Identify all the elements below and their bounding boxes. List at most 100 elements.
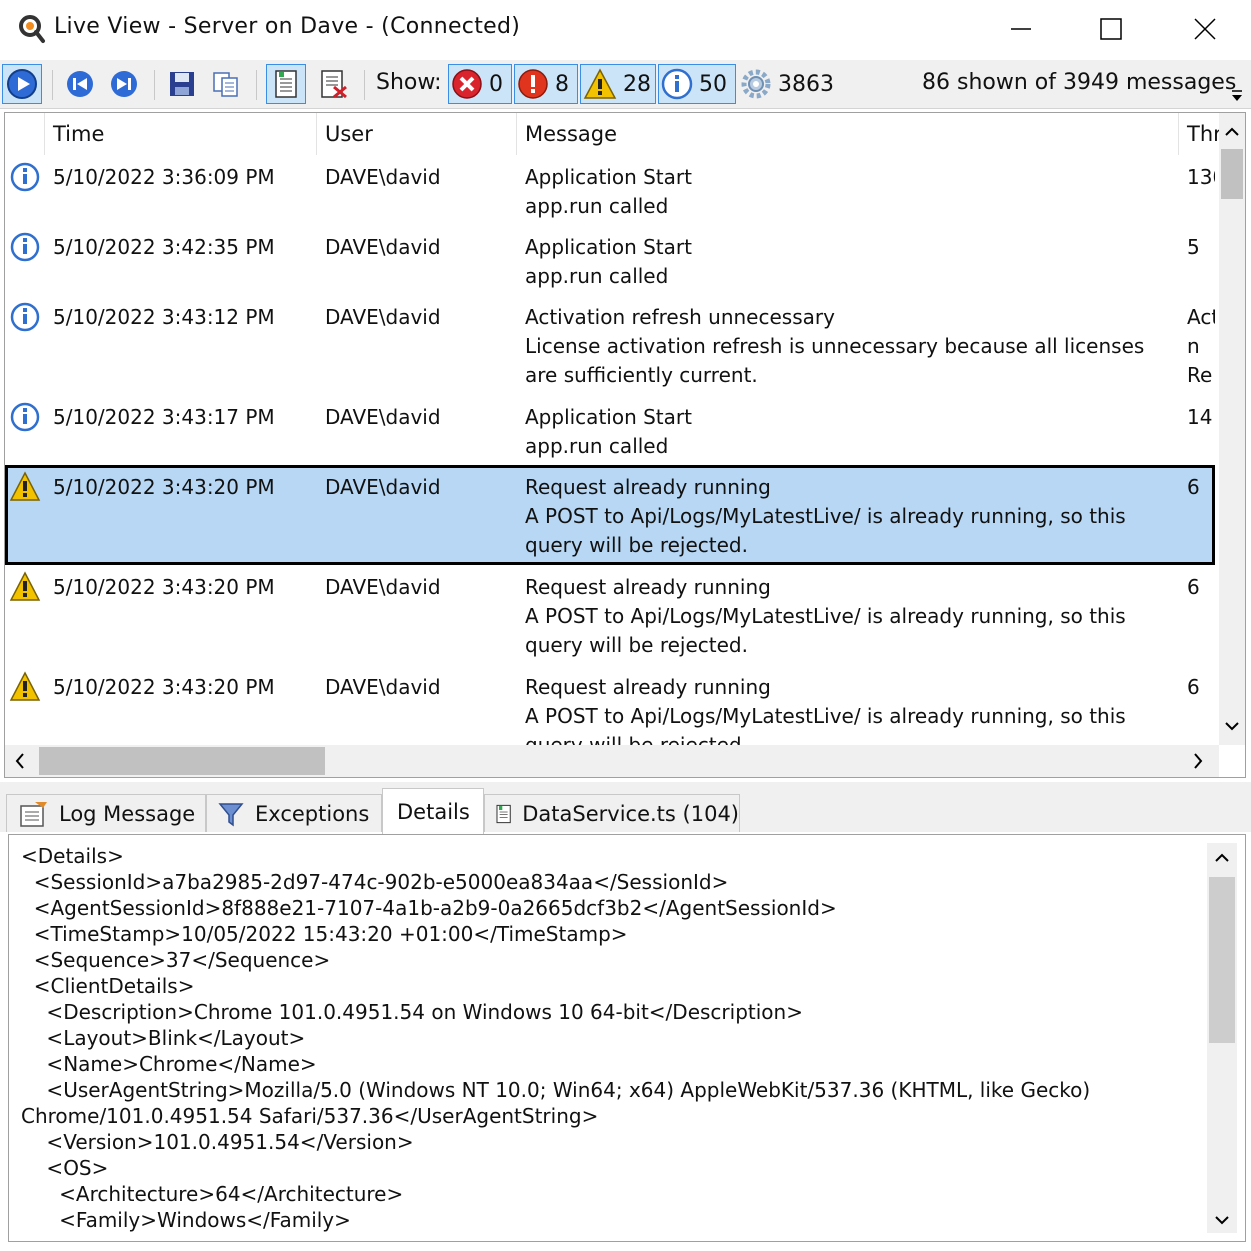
information-icon (661, 68, 693, 100)
row-time: 5/10/2022 3:42:35 PM (53, 235, 275, 259)
row-message-caption: Application Start (525, 235, 692, 259)
scroll-down-icon[interactable] (1219, 711, 1245, 741)
grid-vertical-scroll-thumb[interactable] (1221, 149, 1243, 199)
detail-tabs: Log Message Exceptions Details DataServi… (0, 782, 1251, 834)
row-time: 5/10/2022 3:43:20 PM (53, 475, 275, 499)
row-message: Activation refresh unnecessary License ac… (525, 303, 1173, 390)
row-time: 5/10/2022 3:43:20 PM (53, 675, 275, 699)
run-button[interactable] (2, 64, 42, 104)
maximize-button[interactable] (1066, 0, 1156, 58)
critical-error-icon (452, 69, 482, 99)
xml-line: <OS> (21, 1156, 109, 1180)
row-thread: 5 (1187, 235, 1200, 259)
xml-line: <Details> (21, 844, 124, 868)
source-file-icon (496, 804, 511, 823)
scroll-up-icon[interactable] (1219, 117, 1245, 147)
tab-exceptions[interactable]: Exceptions (206, 794, 382, 832)
save-icon (170, 72, 194, 96)
tab-log-message-label: Log Message (59, 801, 196, 826)
table-row[interactable]: 5/10/2022 3:43:20 PM DAVE\david Request al… (5, 565, 1215, 665)
details-scroll-thumb[interactable] (1209, 877, 1235, 1043)
minimize-button[interactable] (976, 0, 1066, 58)
tab-source-file[interactable]: DataService.ts (104) (484, 794, 740, 832)
row-message-body: app.run called (525, 434, 669, 458)
table-row[interactable]: 5/10/2022 3:43:12 PM DAVE\david Activation… (5, 295, 1215, 395)
row-message-caption: Request already running (525, 475, 771, 499)
error-count: 8 (555, 71, 569, 97)
minimize-icon (1011, 28, 1031, 30)
tab-details[interactable]: Details (382, 788, 484, 834)
last-message-button[interactable] (104, 64, 144, 104)
skip-forward-icon (111, 71, 137, 97)
column-header-message[interactable]: Message (517, 113, 1179, 155)
row-message: Application Start app.run called (525, 163, 1173, 221)
clear-messages-button[interactable] (314, 64, 354, 104)
play-icon (7, 69, 37, 99)
xml-line: <TimeStamp>10/05/2022 15:43:20 +01:00</T… (21, 922, 628, 946)
scroll-left-icon[interactable] (5, 745, 35, 777)
details-xml: <Details> <SessionId>a7ba2985-2d97-474c-… (21, 843, 1201, 1233)
column-header-user[interactable]: User (317, 113, 517, 155)
row-time: 5/10/2022 3:36:09 PM (53, 165, 275, 189)
column-header-thread[interactable]: Thr (1179, 113, 1219, 155)
warning-icon (9, 571, 41, 601)
xml-line: <ClientDetails> (21, 974, 195, 998)
message-count-status: 86 shown of 3949 messages (922, 70, 1237, 95)
information-icon (10, 232, 40, 262)
tab-exceptions-label: Exceptions (255, 801, 370, 826)
grid-rows: 5/10/2022 3:36:09 PM DAVE\david Applicatio… (5, 155, 1219, 745)
close-button[interactable] (1160, 0, 1250, 58)
row-message: Request already running A POST to Api/Log… (525, 473, 1173, 560)
table-row[interactable]: 5/10/2022 3:43:17 PM DAVE\david Applicatio… (5, 395, 1215, 465)
filter-error-toggle[interactable]: 8 (514, 64, 578, 104)
column-header-time[interactable]: Time (45, 113, 317, 155)
save-button[interactable] (162, 64, 202, 104)
table-row[interactable]: 5/10/2022 3:43:20 PM DAVE\david Request al… (5, 665, 1215, 745)
grid-vertical-scrollbar[interactable] (1219, 113, 1245, 745)
show-details-button[interactable] (266, 64, 306, 104)
log-message-icon (20, 801, 47, 827)
row-message-caption: Application Start (525, 405, 692, 429)
grid-horizontal-scroll-thumb[interactable] (39, 747, 325, 775)
details-pane: <Details> <SessionId>a7ba2985-2d97-474c-… (8, 834, 1246, 1242)
critical-count: 0 (489, 71, 503, 97)
table-row[interactable]: 5/10/2022 3:43:20 PM DAVE\david Request al… (5, 465, 1215, 565)
details-vertical-scrollbar[interactable] (1207, 843, 1237, 1233)
filter-critical-toggle[interactable]: 0 (448, 64, 512, 104)
row-user: DAVE\david (325, 575, 441, 599)
scroll-down-icon[interactable] (1207, 1205, 1237, 1235)
row-user: DAVE\david (325, 405, 441, 429)
filter-information-toggle[interactable]: 50 (658, 64, 736, 104)
xml-line: <Description>Chrome 101.0.4951.54 on Win… (21, 1000, 803, 1024)
filter-warning-toggle[interactable]: 28 (580, 64, 656, 104)
scroll-right-icon[interactable] (1183, 745, 1213, 777)
table-row[interactable]: 5/10/2022 3:36:09 PM DAVE\david Applicatio… (5, 155, 1215, 225)
copy-button[interactable] (206, 64, 246, 104)
row-message: Application Start app.run called (525, 403, 1173, 461)
error-icon (518, 69, 548, 99)
xml-line: <Name>Chrome</Name> (21, 1052, 317, 1076)
xml-line: <Architecture>64</Architecture> (21, 1182, 404, 1206)
grid-horizontal-scrollbar[interactable] (5, 745, 1219, 777)
row-user: DAVE\david (325, 675, 441, 699)
scroll-up-icon[interactable] (1207, 843, 1237, 873)
row-message-body: app.run called (525, 264, 669, 288)
row-message-caption: Application Start (525, 165, 692, 189)
first-message-button[interactable] (60, 64, 100, 104)
warning-icon (9, 471, 41, 501)
window-title: Live View - Server on Dave - (Connected) (54, 14, 521, 39)
row-time: 5/10/2022 3:43:20 PM (53, 575, 275, 599)
xml-line: Chrome/101.0.4951.54 Safari/537.36</User… (21, 1104, 599, 1128)
grid-header: Time User Message Thr (5, 113, 1219, 155)
column-header-level[interactable] (5, 113, 45, 155)
copy-icon (213, 72, 238, 97)
table-row[interactable]: 5/10/2022 3:42:35 PM DAVE\david Applicatio… (5, 225, 1215, 295)
gear-icon (741, 69, 771, 99)
xml-line: <UserAgentString>Mozilla/5.0 (Windows NT… (21, 1078, 1091, 1102)
row-user: DAVE\david (325, 305, 441, 329)
skip-back-icon (67, 71, 93, 97)
filter-verbose-toggle[interactable]: 3863 (738, 64, 838, 104)
toolbar-overflow-icon[interactable] (1230, 88, 1244, 104)
row-thread: 6 (1187, 475, 1200, 499)
tab-log-message[interactable]: Log Message (6, 794, 206, 832)
